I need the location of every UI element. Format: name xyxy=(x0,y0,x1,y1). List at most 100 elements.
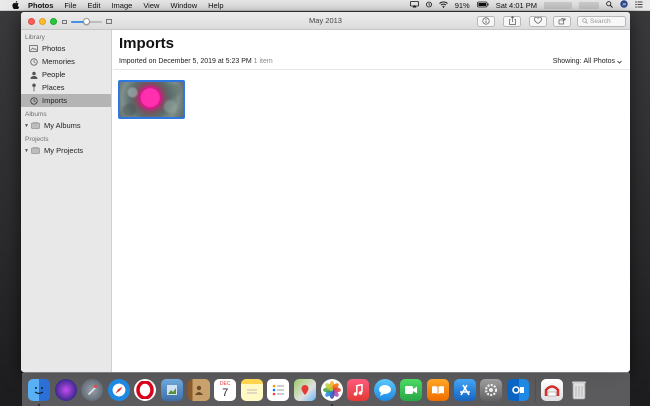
facetime-icon[interactable] xyxy=(400,378,423,401)
sidebar-item-memories[interactable]: Memories xyxy=(21,55,111,68)
search-icon xyxy=(582,17,588,26)
favorite-button[interactable] xyxy=(529,16,547,27)
imports-icon xyxy=(29,96,38,105)
header-divider xyxy=(113,69,630,70)
main-content: Imports Imported on December 5, 2019 at … xyxy=(113,30,630,372)
reminders-icon[interactable] xyxy=(267,378,290,401)
opera-icon[interactable] xyxy=(134,378,157,401)
fullscreen-button[interactable] xyxy=(50,18,57,25)
album-folder-icon xyxy=(31,122,40,130)
places-icon xyxy=(29,83,38,92)
siri-icon[interactable] xyxy=(54,378,77,401)
finder-icon[interactable] xyxy=(28,378,50,406)
menu-extra-icon[interactable] xyxy=(425,1,432,10)
contacts-icon[interactable] xyxy=(187,378,210,401)
memories-icon xyxy=(29,57,38,66)
close-button[interactable] xyxy=(28,18,35,25)
photo-thumbnail[interactable] xyxy=(118,80,185,119)
share-icon xyxy=(508,16,516,27)
running-indicator xyxy=(38,403,40,406)
showing-filter[interactable]: Showing: All Photos xyxy=(553,58,622,65)
share-button[interactable] xyxy=(503,16,521,27)
sidebar-section-projects[interactable]: Projects xyxy=(21,135,111,144)
search-field[interactable] xyxy=(577,16,626,27)
disclosure-triangle-icon[interactable]: ▼ xyxy=(24,123,30,129)
menu-image[interactable]: Image xyxy=(111,1,132,10)
search-input[interactable] xyxy=(590,18,624,25)
showing-value: All Photos xyxy=(583,58,615,65)
showing-label: Showing: xyxy=(552,58,582,65)
sidebar-section-albums[interactable]: Albums xyxy=(21,110,111,119)
safari-icon[interactable] xyxy=(107,378,130,401)
calendar-icon[interactable]: DEC 7 xyxy=(214,378,237,401)
user-avatar-icon[interactable]: JR xyxy=(620,0,628,10)
info-button[interactable] xyxy=(477,16,495,27)
sidebar-item-label: Photos xyxy=(42,44,66,53)
minimize-button[interactable] xyxy=(39,18,46,25)
sidebar-item-my-projects[interactable]: ▼ My Projects xyxy=(21,144,111,157)
sidebar-item-label: Memories xyxy=(42,57,75,66)
spotlight-icon[interactable] xyxy=(606,0,613,10)
menu-edit[interactable]: Edit xyxy=(88,1,101,10)
import-prefix: Imported on xyxy=(119,58,157,65)
title-bar[interactable]: May 2013 xyxy=(21,12,630,30)
sidebar-item-label: Places xyxy=(42,83,65,92)
import-date: December 5, 2019 at 5:23 PM xyxy=(158,58,252,65)
menu-app-name[interactable]: Photos xyxy=(28,1,53,10)
downloads-stack-icon[interactable] xyxy=(541,378,564,401)
item-count: 1 item xyxy=(253,58,273,65)
notes-icon[interactable] xyxy=(240,378,263,401)
menu-help[interactable]: Help xyxy=(208,1,223,10)
sidebar-item-my-albums[interactable]: ▼ My Albums xyxy=(21,119,111,132)
photos-icon xyxy=(29,45,38,53)
menu-bar: Photos File Edit Image View Window Help … xyxy=(0,0,650,11)
sidebar-item-people[interactable]: People xyxy=(21,68,111,81)
sidebar-item-label: People xyxy=(42,70,66,79)
page-title: Imports xyxy=(119,35,175,52)
disclosure-triangle-icon[interactable]: ▼ xyxy=(24,148,30,154)
dock: DEC 7 xyxy=(22,372,630,406)
zoom-out-icon xyxy=(62,19,67,24)
rotate-icon xyxy=(558,17,566,27)
system-preferences-icon[interactable] xyxy=(480,378,503,401)
rotate-button[interactable] xyxy=(553,16,571,27)
maps-icon[interactable] xyxy=(293,378,316,401)
sidebar-item-label: My Albums xyxy=(44,121,81,130)
people-icon xyxy=(29,71,38,79)
outlook-icon[interactable] xyxy=(506,378,529,401)
preview-icon[interactable] xyxy=(160,378,183,401)
sidebar-section-library[interactable]: Library xyxy=(21,33,111,42)
trash-icon[interactable] xyxy=(568,379,590,401)
books-icon[interactable] xyxy=(426,378,449,401)
chevron-down-icon xyxy=(617,60,622,64)
app-store-icon[interactable] xyxy=(453,378,476,401)
music-icon[interactable] xyxy=(347,378,370,401)
zoom-track[interactable] xyxy=(70,18,103,25)
menu-file[interactable]: File xyxy=(64,1,76,10)
menu-clock[interactable]: Sat 4:01 PM xyxy=(496,1,537,10)
wifi-icon[interactable] xyxy=(438,1,448,10)
sidebar-item-imports[interactable]: Imports xyxy=(21,94,111,107)
launchpad-icon[interactable] xyxy=(81,378,104,401)
apple-menu-icon[interactable] xyxy=(10,1,20,9)
battery-icon[interactable] xyxy=(476,1,489,10)
photos-app-icon[interactable] xyxy=(320,378,343,406)
zoom-knob[interactable] xyxy=(83,18,91,25)
zoom-in-icon xyxy=(106,19,112,24)
running-indicator xyxy=(330,403,333,406)
sidebar-item-photos[interactable]: Photos xyxy=(21,42,111,55)
menu-view[interactable]: View xyxy=(143,1,159,10)
messages-icon[interactable] xyxy=(373,378,396,401)
notification-center-icon[interactable] xyxy=(635,0,643,10)
redacted-menu-extra xyxy=(579,1,599,9)
sidebar-item-places[interactable]: Places xyxy=(21,81,111,94)
menu-window[interactable]: Window xyxy=(170,1,197,10)
info-icon xyxy=(482,16,490,27)
svg-text:JR: JR xyxy=(622,3,627,7)
project-folder-icon xyxy=(31,147,40,155)
heart-icon xyxy=(534,16,542,26)
import-info: Imported on December 5, 2019 at 5:23 PM … xyxy=(119,58,273,65)
airplay-icon[interactable] xyxy=(409,0,419,10)
redacted-user-name xyxy=(544,1,572,9)
zoom-slider[interactable] xyxy=(62,18,112,25)
